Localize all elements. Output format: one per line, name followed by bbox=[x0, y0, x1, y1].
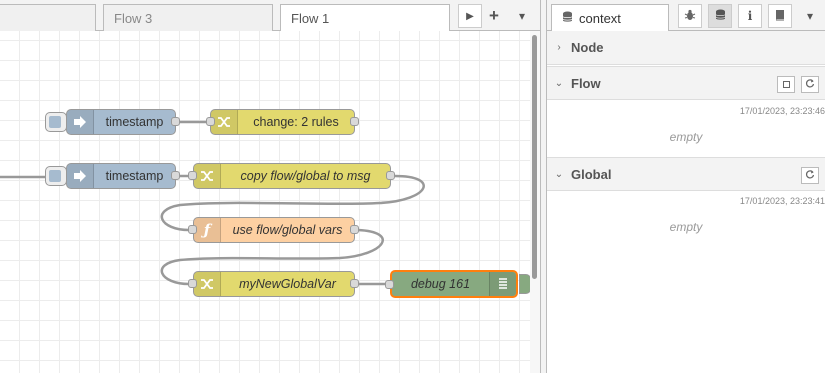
input-port[interactable] bbox=[206, 117, 215, 126]
flow-context-timestamp: 17/01/2023, 23:23:46 bbox=[739, 106, 825, 116]
arrow-right-icon bbox=[67, 164, 94, 188]
help-tab-button[interactable] bbox=[768, 4, 792, 28]
input-port[interactable] bbox=[188, 279, 197, 288]
node-label: use flow/global vars bbox=[232, 223, 343, 237]
database-icon bbox=[562, 11, 573, 26]
input-port[interactable] bbox=[188, 171, 197, 180]
shuffle-icon bbox=[211, 110, 238, 134]
canvas-vertical-scrollbar[interactable] bbox=[530, 31, 540, 373]
info-icon: i bbox=[747, 9, 753, 23]
chevron-down-icon: ⌄ bbox=[554, 77, 564, 89]
node-label: myNewGlobalVar bbox=[239, 277, 336, 291]
input-port[interactable] bbox=[385, 280, 394, 289]
sidebar: context i ▾ › Node ⌄ Flow 17/01/2023, 23… bbox=[547, 0, 825, 373]
tab-label: context bbox=[579, 11, 621, 26]
debug-node[interactable]: debug 161 bbox=[390, 270, 518, 298]
node-label: change: 2 rules bbox=[253, 115, 339, 129]
function-icon: ƒ bbox=[194, 218, 221, 242]
refresh-icon bbox=[805, 78, 815, 91]
output-port[interactable] bbox=[171, 171, 180, 180]
arrow-right-icon bbox=[67, 110, 94, 134]
bug-icon bbox=[684, 9, 696, 24]
node-label: copy flow/global to msg bbox=[240, 169, 371, 183]
output-port[interactable] bbox=[171, 117, 180, 126]
delete-context-button[interactable] bbox=[777, 76, 795, 93]
output-port[interactable] bbox=[350, 117, 359, 126]
section-title: Global bbox=[571, 166, 612, 182]
inject-node[interactable]: timestamp bbox=[66, 109, 176, 135]
sidebar-tab-bar: context i ▾ bbox=[547, 0, 825, 32]
sidebar-menu-button[interactable]: ▾ bbox=[798, 4, 822, 28]
output-port[interactable] bbox=[386, 171, 395, 180]
shuffle-icon bbox=[194, 272, 221, 296]
chevron-down-icon: ⌄ bbox=[554, 168, 564, 180]
scrollbar-thumb[interactable] bbox=[532, 35, 537, 279]
sidebar-resize-handle[interactable] bbox=[540, 0, 547, 373]
global-section-header[interactable]: ⌄ Global bbox=[547, 157, 825, 191]
node-label: debug 161 bbox=[410, 277, 471, 291]
node-label: timestamp bbox=[105, 169, 164, 183]
input-port[interactable] bbox=[188, 225, 197, 234]
change-node[interactable]: change: 2 rules bbox=[210, 109, 355, 135]
chevron-right-icon: › bbox=[557, 42, 561, 53]
debug-tab-button[interactable] bbox=[678, 4, 702, 28]
refresh-flow-context-button[interactable] bbox=[801, 76, 819, 93]
inject-trigger-button[interactable] bbox=[45, 112, 67, 132]
inject-trigger-button[interactable] bbox=[45, 166, 67, 186]
refresh-global-context-button[interactable] bbox=[801, 167, 819, 184]
database-icon bbox=[715, 9, 726, 24]
shuffle-icon bbox=[194, 164, 221, 188]
output-port[interactable] bbox=[350, 279, 359, 288]
output-port[interactable] bbox=[350, 225, 359, 234]
section-title: Node bbox=[571, 40, 604, 55]
inject-node[interactable]: timestamp bbox=[66, 163, 176, 189]
list-icon bbox=[489, 272, 516, 296]
global-context-timestamp: 17/01/2023, 23:23:41 bbox=[739, 196, 825, 206]
refresh-icon bbox=[805, 169, 815, 182]
node-label: timestamp bbox=[105, 115, 164, 129]
change-node[interactable]: myNewGlobalVar bbox=[193, 271, 355, 297]
context-tab-button[interactable] bbox=[708, 4, 732, 28]
section-title: Flow bbox=[571, 75, 601, 91]
global-empty-text: empty bbox=[669, 220, 703, 234]
flow-section-header[interactable]: ⌄ Flow bbox=[547, 66, 825, 100]
flow-empty-text: empty bbox=[669, 130, 703, 144]
function-node[interactable]: ƒ use flow/global vars bbox=[193, 217, 355, 243]
info-tab-button[interactable]: i bbox=[738, 4, 762, 28]
square-icon bbox=[782, 81, 790, 88]
tab-context[interactable]: context bbox=[551, 4, 669, 32]
change-node[interactable]: copy flow/global to msg bbox=[193, 163, 391, 189]
function-glyph: ƒ bbox=[203, 221, 211, 239]
book-icon bbox=[774, 9, 786, 24]
node-section-header[interactable]: › Node bbox=[547, 31, 825, 65]
chevron-down-icon: ▾ bbox=[806, 9, 814, 23]
workspace: Flow 3 Flow 1 ▶ + ▾ timestamp change: 2 … bbox=[0, 0, 540, 373]
